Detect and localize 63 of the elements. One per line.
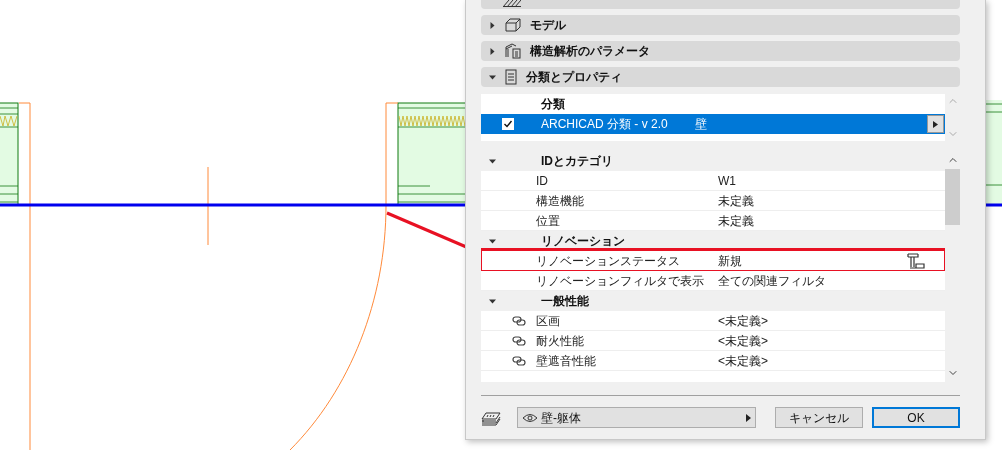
cancel-button[interactable]: キャンセル xyxy=(775,407,863,428)
property-row[interactable]: リノベーションフィルタで表示 全ての関連フィルタ xyxy=(481,271,945,291)
section-title: 構造解析のパラメータ xyxy=(530,43,650,60)
property-value: 新規 xyxy=(718,252,742,270)
property-row[interactable]: リノベーションステータス 新規 xyxy=(481,251,945,271)
expand-arrow-icon[interactable] xyxy=(489,237,496,245)
layer-dropdown[interactable]: 壁-躯体 xyxy=(517,407,756,428)
checkbox[interactable] xyxy=(502,118,514,130)
group-title: 一般性能 xyxy=(541,293,589,310)
section-header[interactable]: 分類とプロパティ xyxy=(481,67,960,87)
expand-arrow-icon[interactable] xyxy=(489,157,496,165)
group-title: IDとカテゴリ xyxy=(541,153,613,170)
property-row[interactable]: 耐火性能 <未定義> xyxy=(481,331,945,351)
submenu-button[interactable] xyxy=(927,115,944,133)
property-label: 区画 xyxy=(536,312,560,330)
property-label: ID xyxy=(536,172,548,190)
section-header[interactable]: モデル xyxy=(481,15,960,35)
group-header[interactable]: IDとカテゴリ xyxy=(481,151,945,171)
group-header[interactable]: リノベーション xyxy=(481,231,945,251)
property-value: 未定義 xyxy=(718,212,754,230)
classification-value: 壁 xyxy=(695,116,708,133)
property-value: 全ての関連フィルタ xyxy=(718,272,826,290)
box-icon xyxy=(504,17,522,33)
section-title: 分類とプロパティ xyxy=(526,69,622,86)
link-icon xyxy=(512,335,526,346)
property-label: 位置 xyxy=(536,212,560,230)
expand-arrow-icon[interactable] xyxy=(489,21,496,29)
property-row[interactable]: 構造機能 未定義 xyxy=(481,191,945,211)
group-title: リノベーション xyxy=(541,233,625,250)
property-value: <未定義> xyxy=(718,312,768,330)
expand-arrow-icon[interactable] xyxy=(489,73,496,81)
link-icon xyxy=(512,355,526,366)
property-value: W1 xyxy=(718,172,736,190)
property-label: 耐火性能 xyxy=(536,332,584,350)
property-value: 未定義 xyxy=(718,192,754,210)
eye-icon xyxy=(522,412,538,423)
section-header[interactable]: 構造解析のパラメータ xyxy=(481,41,960,61)
hatch-icon xyxy=(503,0,521,7)
document-icon xyxy=(504,69,518,85)
group-header[interactable]: 一般性能 xyxy=(481,291,945,311)
expand-arrow-icon[interactable] xyxy=(489,47,496,55)
arrow-right-icon xyxy=(933,120,938,128)
structure-icon xyxy=(504,43,522,59)
link-icon xyxy=(512,315,526,326)
property-value: <未定義> xyxy=(718,332,768,350)
arrow-right-icon xyxy=(746,413,751,422)
classification-system: ARCHICAD 分類 - v 2.0 xyxy=(541,116,669,133)
expand-arrow-icon[interactable] xyxy=(489,297,496,305)
property-label: リノベーションフィルタで表示 xyxy=(536,272,704,290)
property-label: 構造機能 xyxy=(536,192,584,210)
property-value: <未定義> xyxy=(718,352,768,370)
column-header: 分類 xyxy=(541,96,565,113)
scrollbar-thumb[interactable] xyxy=(945,169,960,225)
crane-icon[interactable] xyxy=(907,251,925,270)
section-title: モデル xyxy=(530,17,566,34)
property-row[interactable]: 位置 未定義 xyxy=(481,211,945,231)
layers-icon xyxy=(481,409,501,426)
property-row[interactable]: 区画 <未定義> xyxy=(481,311,945,331)
property-row[interactable]: 壁遮音性能 <未定義> xyxy=(481,351,945,371)
property-label: 壁遮音性能 xyxy=(536,352,596,370)
classification-row[interactable]: ARCHICAD 分類 - v 2.0 壁 xyxy=(481,114,945,134)
ok-button[interactable]: OK xyxy=(872,407,960,428)
property-label: リノベーションステータス xyxy=(536,252,680,270)
